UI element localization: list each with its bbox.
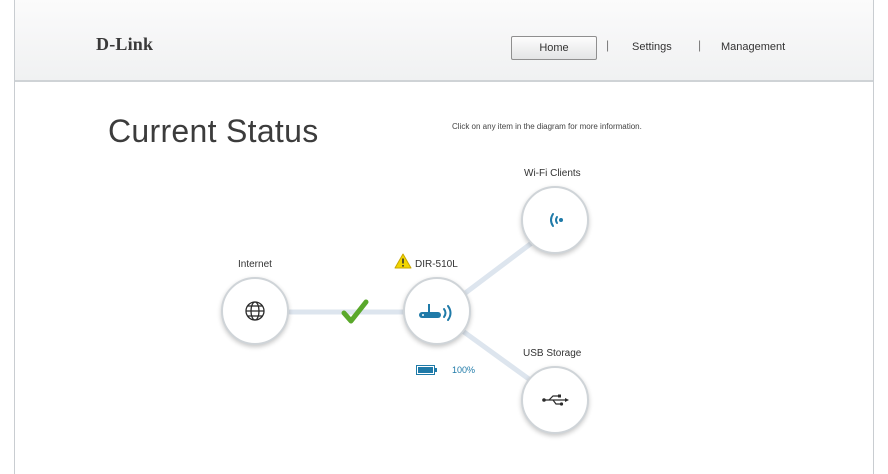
nav-separator: | (698, 38, 702, 52)
usb-icon (542, 394, 569, 406)
nav-settings-link[interactable]: Settings (632, 36, 672, 60)
router-icon (419, 304, 452, 321)
nav-management-link[interactable]: Management (721, 36, 785, 60)
usb-storage-label: USB Storage (523, 348, 582, 359)
router-node[interactable] (403, 277, 471, 345)
app-frame: D-Link Home | Settings | Management Curr… (14, 0, 874, 474)
nav-separator: | (606, 38, 610, 52)
internet-label: Internet (238, 259, 272, 270)
wifi-clients-node[interactable] (521, 186, 589, 254)
header-bar: D-Link Home | Settings | Management (15, 0, 873, 82)
router-label: DIR-510L (415, 259, 458, 270)
wifi-clients-label: Wi-Fi Clients (524, 168, 581, 179)
nav-home-button[interactable]: Home (511, 36, 597, 60)
battery-percent: 100% (452, 365, 476, 375)
internet-node[interactable] (221, 277, 289, 345)
battery-icon (416, 365, 437, 375)
globe-icon (245, 301, 265, 321)
dlink-logo: D-Link (96, 34, 154, 54)
usb-storage-node[interactable] (521, 366, 589, 434)
warning-icon (394, 253, 412, 269)
wifi-signal-icon (550, 213, 563, 227)
